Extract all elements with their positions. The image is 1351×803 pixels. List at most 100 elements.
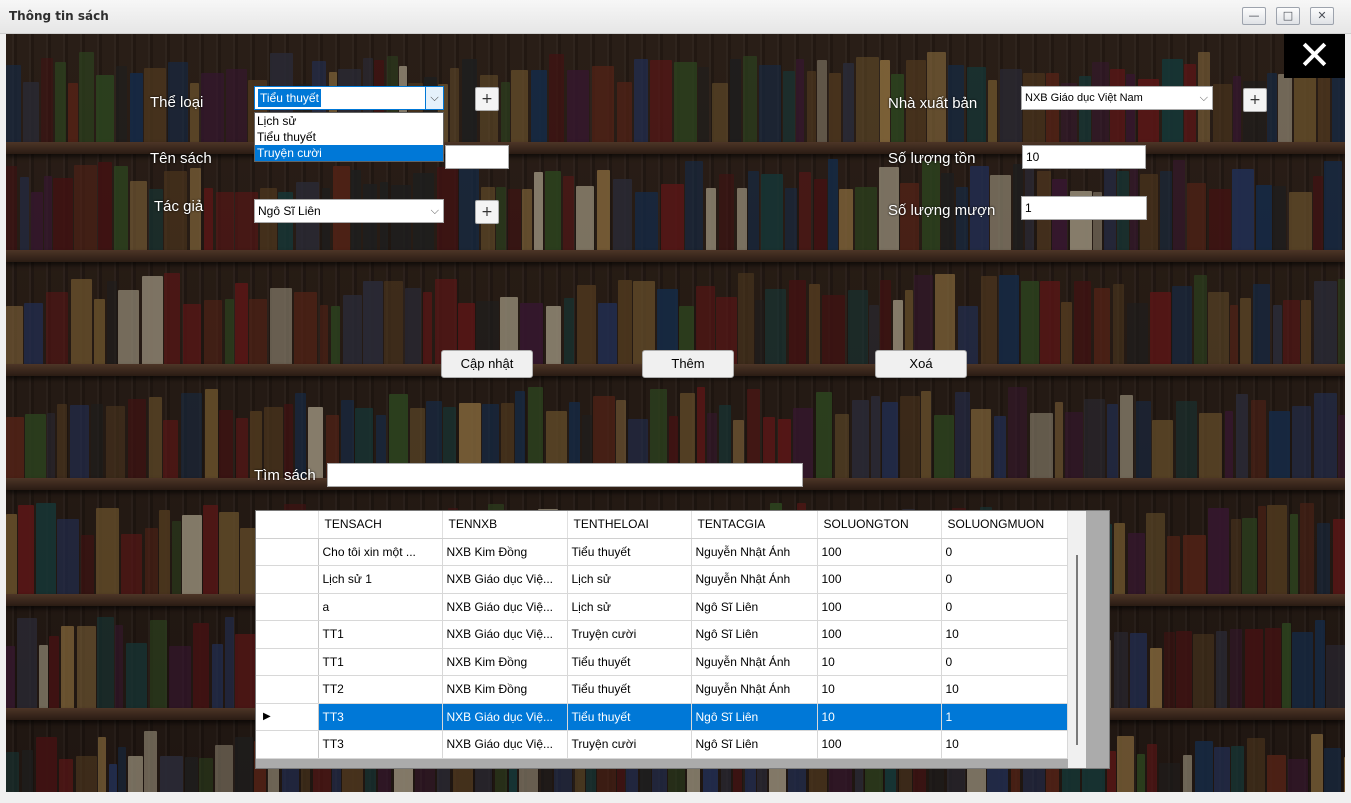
cell-tentheloai[interactable]: Tiểu thuyết — [567, 675, 692, 704]
chevron-down-icon[interactable]: ⌵ — [425, 87, 443, 109]
cell-tentheloai[interactable]: Lịch sử — [567, 565, 692, 594]
cell-tentheloai[interactable]: Tiểu thuyết — [567, 538, 692, 566]
cell-tennxb[interactable]: NXB Giáo dục Việ... — [442, 730, 568, 759]
cell-soluongmuon[interactable]: 10 — [941, 730, 1068, 759]
row-header[interactable] — [256, 565, 319, 594]
dropdown-option-lich-su[interactable]: Lịch sử — [255, 113, 443, 129]
cell-soluongton[interactable]: 100 — [817, 620, 942, 649]
tac-gia-combobox[interactable]: Ngô Sĩ Liên ⌵ — [254, 199, 444, 223]
cell-tentacgia[interactable]: Nguyễn Nhật Ánh — [691, 538, 818, 566]
column-header-tennxb[interactable]: TENNXB — [442, 511, 568, 539]
vertical-scrollbar[interactable] — [1068, 511, 1086, 768]
cell-tennxb[interactable]: NXB Kim Đồng — [442, 675, 568, 704]
xoa-button[interactable]: Xoá — [875, 350, 967, 378]
books-datagrid[interactable]: TENSACH TENNXB TENTHELOAI TENTACGIA SOLU… — [255, 510, 1110, 769]
table-row[interactable]: TT1 NXB Kim Đồng Tiểu thuyết Nguyễn Nhật Án… — [256, 648, 1068, 676]
cell-tentheloai[interactable]: Tiểu thuyết — [567, 648, 692, 676]
add-the-loai-button[interactable]: + — [475, 87, 499, 111]
table-row[interactable]: a NXB Giáo dục Việ... Lịch sử Ngô Sĩ Liên 10… — [256, 593, 1068, 621]
cell-soluongmuon[interactable]: 1 — [941, 703, 1068, 731]
chevron-down-icon[interactable]: ⌵ — [431, 200, 439, 222]
cell-tennxb[interactable]: NXB Giáo dục Việ... — [442, 620, 568, 649]
maximize-button[interactable]: □ — [1276, 7, 1300, 25]
row-header[interactable] — [256, 675, 319, 704]
nha-xuat-ban-combobox[interactable]: NXB Giáo dục Việt Nam ⌵ — [1021, 86, 1213, 110]
cell-tentacgia[interactable]: Ngô Sĩ Liên — [691, 620, 818, 649]
scrollbar-thumb[interactable] — [1076, 555, 1078, 745]
cell-soluongton[interactable]: 100 — [817, 538, 942, 566]
cell-tensach[interactable]: TT3 — [318, 703, 443, 731]
cell-tennxb[interactable]: NXB Giáo dục Việ... — [442, 593, 568, 621]
so-luong-ton-input[interactable]: 10 — [1022, 145, 1146, 169]
table-row[interactable]: Lịch sử 1 NXB Giáo dục Việ... Lịch sử Nguyễ… — [256, 565, 1068, 594]
cell-tennxb[interactable]: NXB Giáo dục Việ... — [442, 703, 568, 731]
chevron-down-icon[interactable]: ⌵ — [1200, 87, 1208, 109]
cell-soluongton[interactable]: 10 — [817, 675, 942, 704]
cell-tensach[interactable]: TT1 — [318, 648, 443, 676]
so-luong-muon-input[interactable]: 1 — [1021, 196, 1147, 220]
cell-soluongmuon[interactable]: 0 — [941, 538, 1068, 566]
window-close-button[interactable]: ✕ — [1310, 7, 1334, 25]
cell-tentheloai[interactable]: Truyện cười — [567, 620, 692, 649]
add-nha-xuat-ban-button[interactable]: + — [1243, 88, 1267, 112]
the-loai-combobox[interactable]: Tiểu thuyết ⌵ — [254, 86, 444, 110]
table-row[interactable]: TT1 NXB Giáo dục Việ... Truyện cười Ngô Sĩ … — [256, 620, 1068, 649]
them-button[interactable]: Thêm — [642, 350, 734, 378]
cell-tennxb[interactable]: NXB Giáo dục Việ... — [442, 565, 568, 594]
cell-tentacgia[interactable]: Ngô Sĩ Liên — [691, 730, 818, 759]
cell-tentacgia[interactable]: Ngô Sĩ Liên — [691, 703, 818, 731]
dropdown-option-truyen-cuoi[interactable]: Truyện cười — [255, 145, 443, 161]
cell-tennxb[interactable]: NXB Kim Đồng — [442, 648, 568, 676]
close-icon[interactable]: ✕ — [1284, 34, 1345, 78]
add-tac-gia-button[interactable]: + — [475, 200, 499, 224]
cell-tentacgia[interactable]: Nguyễn Nhật Ánh — [691, 648, 818, 676]
cell-soluongton[interactable]: 100 — [817, 593, 942, 621]
minimize-button[interactable]: — — [1242, 7, 1266, 25]
cell-tentheloai[interactable]: Truyện cười — [567, 730, 692, 759]
nha-xuat-ban-value: NXB Giáo dục Việt Nam — [1025, 92, 1143, 104]
cell-tensach[interactable]: a — [318, 593, 443, 621]
cell-soluongton[interactable]: 10 — [817, 703, 942, 731]
tac-gia-value: Ngô Sĩ Liên — [258, 204, 321, 218]
column-header-soluongton[interactable]: SOLUONGTON — [817, 511, 942, 539]
table-row[interactable]: Cho tôi xin một ... NXB Kim Đồng Tiểu thuy… — [256, 538, 1068, 566]
row-header[interactable] — [256, 538, 319, 566]
cell-tensach[interactable]: Lịch sử 1 — [318, 565, 443, 594]
dropdown-option-tieu-thuyet[interactable]: Tiểu thuyết — [255, 129, 443, 145]
column-header-tentheloai[interactable]: TENTHELOAI — [567, 511, 692, 539]
cell-soluongton[interactable]: 100 — [817, 565, 942, 594]
table-row[interactable]: TT3 NXB Giáo dục Việ... Truyện cười Ngô Sĩ … — [256, 730, 1068, 759]
cell-soluongmuon[interactable]: 10 — [941, 620, 1068, 649]
table-row[interactable]: ▶ TT3 NXB Giáo dục Việ... Tiểu thuyết Ngô Sĩ… — [256, 703, 1068, 731]
cell-soluongmuon[interactable]: 10 — [941, 675, 1068, 704]
column-header-tensach[interactable]: TENSACH — [318, 511, 443, 539]
cell-tentheloai[interactable]: Lịch sử — [567, 593, 692, 621]
cell-tentacgia[interactable]: Nguyễn Nhật Ánh — [691, 565, 818, 594]
cap-nhat-button[interactable]: Cập nhật — [441, 350, 533, 378]
nha-xuat-ban-label: Nhà xuất bản — [888, 95, 978, 112]
cell-tensach[interactable]: TT1 — [318, 620, 443, 649]
cell-soluongmuon[interactable]: 0 — [941, 593, 1068, 621]
search-input[interactable] — [327, 463, 803, 487]
cell-tentheloai[interactable]: Tiểu thuyết — [567, 703, 692, 731]
cell-tensach[interactable]: TT2 — [318, 675, 443, 704]
books-table: TENSACH TENNXB TENTHELOAI TENTACGIA SOLU… — [256, 511, 1068, 759]
row-header[interactable] — [256, 730, 319, 759]
row-header[interactable] — [256, 593, 319, 621]
cell-tentacgia[interactable]: Ngô Sĩ Liên — [691, 593, 818, 621]
cell-soluongmuon[interactable]: 0 — [941, 648, 1068, 676]
cell-soluongmuon[interactable]: 0 — [941, 565, 1068, 594]
ten-sach-input[interactable] — [445, 145, 509, 169]
cell-soluongton[interactable]: 100 — [817, 730, 942, 759]
cell-soluongton[interactable]: 10 — [817, 648, 942, 676]
row-header[interactable] — [256, 620, 319, 649]
column-header-soluongmuon[interactable]: SOLUONGMUON — [941, 511, 1068, 539]
current-row-arrow-icon[interactable]: ▶ — [256, 703, 319, 731]
cell-tensach[interactable]: TT3 — [318, 730, 443, 759]
column-header-tentacgia[interactable]: TENTACGIA — [691, 511, 818, 539]
row-header[interactable] — [256, 648, 319, 676]
cell-tennxb[interactable]: NXB Kim Đồng — [442, 538, 568, 566]
cell-tentacgia[interactable]: Nguyễn Nhật Ánh — [691, 675, 818, 704]
cell-tensach[interactable]: Cho tôi xin một ... — [318, 538, 443, 566]
table-row[interactable]: TT2 NXB Kim Đồng Tiểu thuyết Nguyễn Nhật Án… — [256, 675, 1068, 704]
